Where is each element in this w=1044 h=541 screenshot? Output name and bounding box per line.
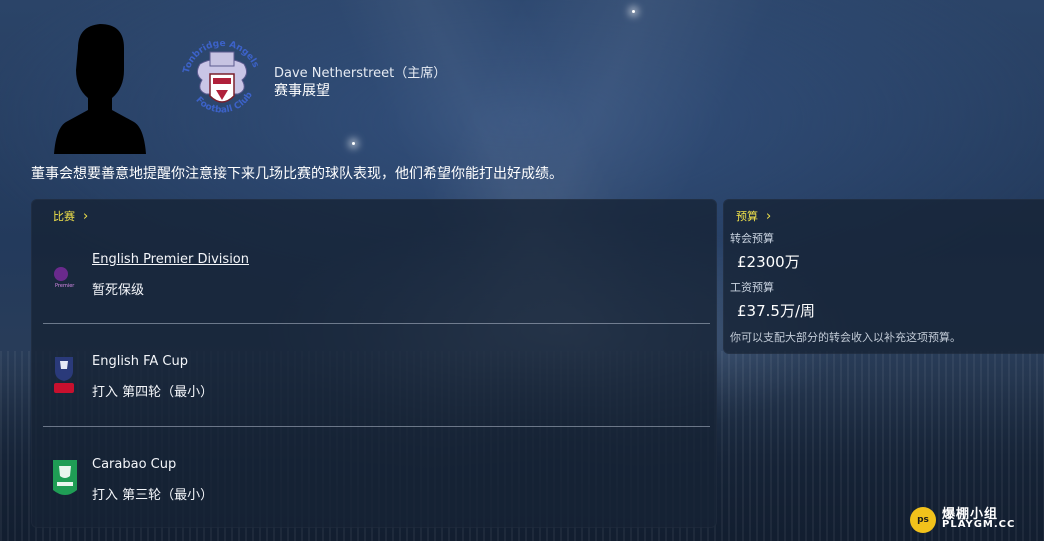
page-title: 赛事展望 [274,83,330,99]
competition-target: 暂死保级 [92,283,145,298]
chairman-name: Dave Netherstreet（主席） [274,66,447,81]
competitions-link-label: 比赛 [53,210,75,223]
carabao-cup-icon [51,458,77,495]
competitions-link[interactable]: 比赛 › [53,208,88,224]
competition-row: Premier English Premier Division 暂死保级 [43,247,711,317]
budget-link[interactable]: 预算 › [736,208,771,224]
board-message: 董事会想要善意地提醒你注意接下来几场比赛的球队表现，他们希望你能打出好成绩。 [31,166,563,182]
budget-note: 你可以支配大部分的转会收入以补充这项预算。 [730,331,961,344]
budget-panel: 预算 › 转会预算 £2300万 工资预算 £37.5万/周 你可以支配大部分的转… [723,199,1044,354]
transfer-budget-value: £2300万 [737,253,800,271]
premier-league-icon: Premier [51,261,77,291]
wage-budget-label: 工资预算 [730,281,774,294]
watermark: ps 爆棚小组 PLAYGM.CC [910,503,1034,533]
club-crest: Tonbridge Angels Football Club [180,34,264,130]
budget-link-label: 预算 [736,210,758,223]
competition-row: English FA Cup 打入 第四轮（最小） [43,349,711,419]
sparkle [352,142,355,145]
wage-budget-value: £37.5万/周 [737,302,815,320]
chevron-right-icon: › [766,209,772,224]
fa-cup-icon [51,355,77,393]
svg-text:Premier: Premier [55,283,75,289]
watermark-logo: ps [910,507,936,533]
competition-target: 打入 第四轮（最小） [92,385,214,400]
competition-name-link[interactable]: English Premier Division [92,252,249,267]
transfer-budget-label: 转会预算 [730,232,774,245]
chairman-avatar [54,18,146,154]
watermark-en: PLAYGM.CC [942,519,1016,530]
sparkle [632,10,635,13]
competition-name: Carabao Cup [92,457,177,472]
row-divider [43,323,710,324]
competition-row: Carabao Cup 打入 第三轮（最小） [43,452,711,522]
row-divider [43,426,710,427]
chevron-right-icon: › [83,209,89,224]
competition-name: English FA Cup [92,354,188,369]
competitions-panel: 比赛 › Premier English Premier Division 暂死保… [31,199,717,528]
competition-target: 打入 第三轮（最小） [92,488,214,503]
